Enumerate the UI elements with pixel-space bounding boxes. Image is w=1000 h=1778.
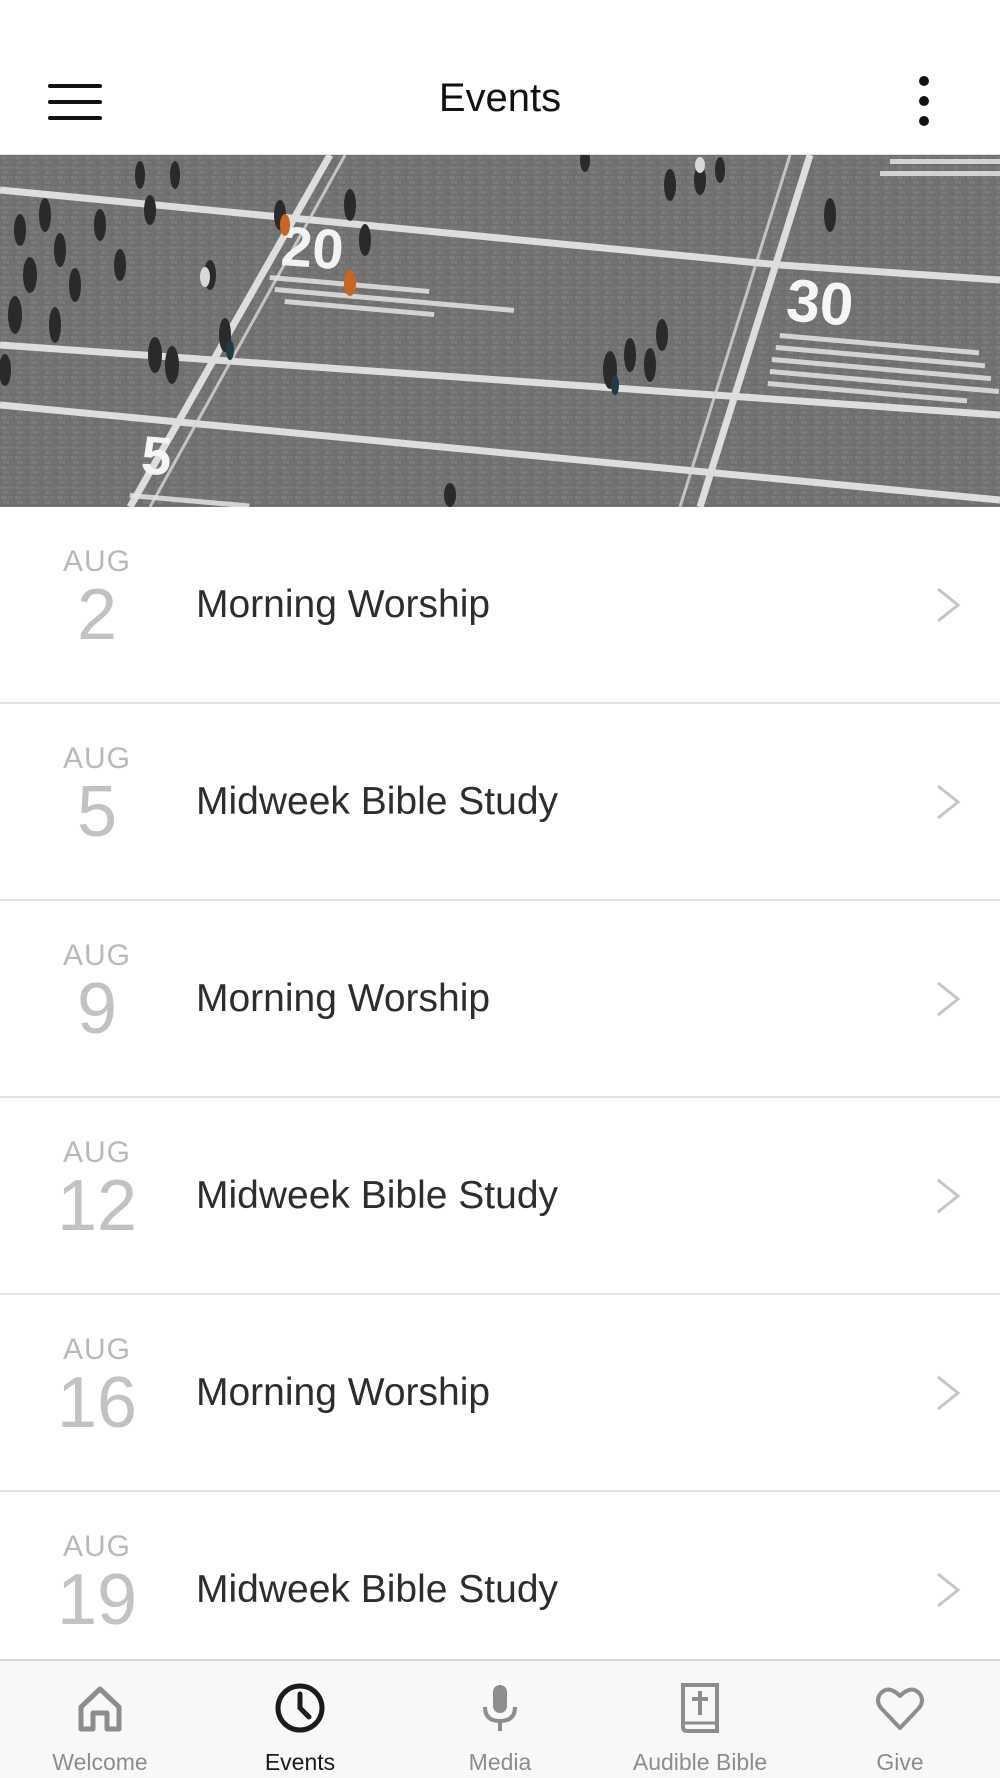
event-month: AUG: [62, 1333, 131, 1366]
event-month: AUG: [62, 1136, 131, 1169]
event-date: AUG 5: [40, 742, 154, 852]
events-list: AUG 2 Morning Worship AUG 5 Midweek Bibl…: [0, 507, 1000, 1689]
event-title: Morning Worship: [196, 583, 491, 626]
page-title: Events: [438, 76, 562, 120]
tab-label: Welcome: [52, 1749, 148, 1775]
event-month: AUG: [62, 545, 131, 578]
heart-icon: [876, 1687, 924, 1730]
tab-label: Media: [468, 1749, 532, 1775]
event-day: 12: [56, 1166, 138, 1246]
app-header: Events: [0, 0, 1000, 155]
chevron-right-icon: [937, 1375, 961, 1411]
event-row[interactable]: AUG 5 Midweek Bible Study: [0, 704, 1000, 901]
banner-number-30: 30: [784, 266, 856, 339]
event-date: AUG 2: [40, 545, 154, 655]
tab-media[interactable]: Media: [400, 1661, 600, 1778]
event-title: Morning Worship: [196, 977, 491, 1020]
event-date: AUG 16: [40, 1333, 154, 1443]
home-icon: [78, 1686, 122, 1732]
chevron-right-icon: [937, 1572, 961, 1608]
tab-welcome[interactable]: Welcome: [0, 1661, 200, 1778]
event-row[interactable]: AUG 16 Morning Worship: [0, 1295, 1000, 1492]
chevron-right-icon: [937, 981, 961, 1017]
events-banner-image: 20 30 5: [0, 155, 1000, 507]
event-date: AUG 9: [40, 939, 154, 1049]
event-day: 19: [56, 1560, 138, 1640]
tab-events[interactable]: Events: [200, 1661, 400, 1778]
chevron-right-icon: [937, 587, 961, 623]
event-month: AUG: [62, 1530, 131, 1563]
event-row[interactable]: AUG 9 Morning Worship: [0, 901, 1000, 1098]
chevron-right-icon: [937, 1178, 961, 1214]
event-day: 9: [76, 969, 118, 1049]
event-title: Morning Worship: [196, 1371, 491, 1414]
event-row[interactable]: AUG 12 Midweek Bible Study: [0, 1098, 1000, 1295]
tab-label: Events: [264, 1749, 336, 1775]
tab-give[interactable]: Give: [800, 1661, 1000, 1778]
event-date: AUG 19: [40, 1530, 154, 1640]
event-title: Midweek Bible Study: [196, 1568, 559, 1611]
event-title: Midweek Bible Study: [196, 1174, 559, 1217]
tab-audible-bible[interactable]: Audible Bible: [600, 1661, 800, 1778]
event-month: AUG: [62, 742, 131, 775]
event-date: AUG 12: [40, 1136, 154, 1246]
banner-number-5: 5: [139, 425, 174, 487]
event-day: 16: [56, 1363, 138, 1443]
event-day: 2: [76, 575, 118, 655]
more-options-icon[interactable]: [908, 76, 940, 128]
event-month: AUG: [62, 939, 131, 972]
bottom-tab-bar: Welcome Events Media Audible Bible Give: [0, 1659, 1000, 1778]
event-row[interactable]: AUG 2 Morning Worship: [0, 507, 1000, 704]
clock-icon: [275, 1683, 325, 1733]
event-title: Midweek Bible Study: [196, 780, 559, 823]
tab-label: Audible Bible: [632, 1749, 768, 1775]
event-day: 5: [76, 772, 118, 852]
microphone-icon: [483, 1685, 517, 1731]
chevron-right-icon: [937, 784, 961, 820]
bible-icon: [681, 1683, 719, 1733]
tab-label: Give: [876, 1749, 924, 1775]
